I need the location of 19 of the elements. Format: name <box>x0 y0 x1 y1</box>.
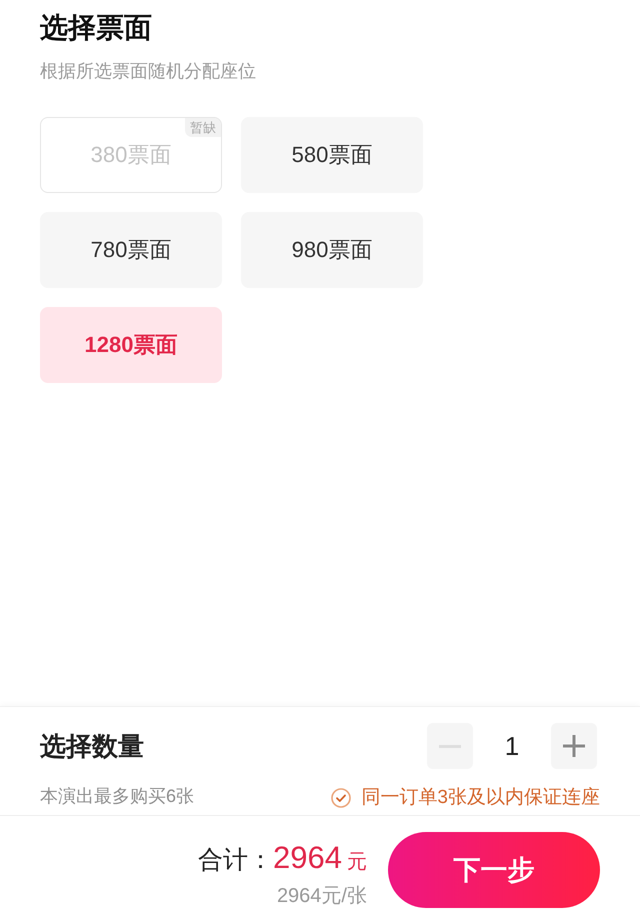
seat-guarantee-text: 同一订单3张及以内保证连座 <box>361 786 600 810</box>
currency-unit: 元 <box>347 850 367 875</box>
ticket-option[interactable]: 980票面 <box>241 212 423 288</box>
section-subtitle: 根据所选票面随机分配座位 <box>40 60 257 83</box>
ticket-option[interactable]: 1280票面 <box>40 307 222 383</box>
ticket-option[interactable]: 580票面 <box>241 117 423 193</box>
ticket-option[interactable]: 780票面 <box>40 212 222 288</box>
unit-price: 2964元/张 <box>276 884 367 909</box>
total-amount: 2964 <box>273 840 342 876</box>
status-badge: 暂缺 <box>185 118 221 137</box>
section-title: 选择票面 <box>40 11 153 45</box>
plus-icon <box>563 735 585 757</box>
next-step-button[interactable]: 下一步 <box>388 832 600 908</box>
purchase-limit-note: 本演出最多购买6张 <box>40 785 196 808</box>
quantity-value: 1 <box>504 730 520 762</box>
section-title: 选择数量 <box>40 730 145 762</box>
total-label: 合计： <box>198 845 274 876</box>
increase-button[interactable] <box>551 723 597 769</box>
check-circle-icon <box>331 788 352 808</box>
